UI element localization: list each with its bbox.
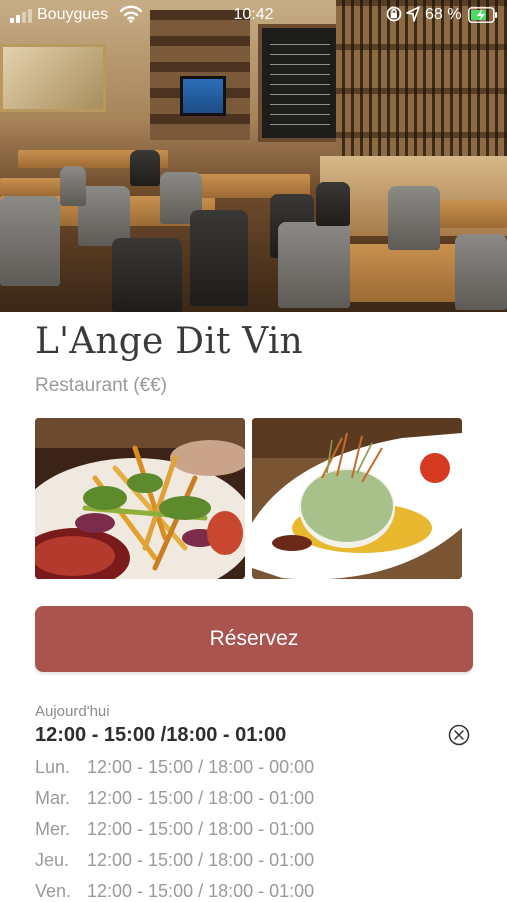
day-label: Mer. [35, 819, 71, 839]
circle-x-icon[interactable] [448, 724, 470, 746]
restaurant-name: L'Ange Dit Vin [35, 321, 303, 362]
day-label: Mar. [35, 788, 71, 808]
hero-photo [0, 0, 507, 312]
day-hours: 12:00 - 15:00 / 18:00 - 00:00 [87, 757, 315, 777]
day-hours: 12:00 - 15:00 / 18:00 - 01:00 [87, 850, 315, 870]
hours-row-monday: Lun. 12:00 - 15:00 / 18:00 - 00:00 [35, 757, 314, 778]
dish-photo-salad[interactable] [35, 418, 245, 579]
battery-charging-icon [468, 7, 498, 23]
day-label: Lun. [35, 757, 71, 777]
status-bar: Bouygues 10:42 68 % [0, 0, 507, 30]
day-hours: 12:00 - 15:00 / 18:00 - 01:00 [87, 788, 315, 808]
hours-row-wednesday: Mer. 12:00 - 15:00 / 18:00 - 01:00 [35, 819, 314, 840]
rotation-lock-icon [386, 6, 402, 22]
day-hours: 12:00 - 15:00 / 18:00 - 01:00 [87, 819, 315, 839]
hours-row-thursday: Jeu. 12:00 - 15:00 / 18:00 - 01:00 [35, 850, 314, 871]
location-arrow-icon [406, 6, 420, 22]
today-hours: 12:00 - 15:00 /18:00 - 01:00 [35, 724, 287, 746]
hours-row-friday: Ven. 12:00 - 15:00 / 18:00 - 01:00 [35, 881, 314, 902]
restaurant-category: Restaurant (€€) [35, 375, 168, 396]
battery-percent: 68 % [425, 6, 462, 23]
reserve-button[interactable]: Réservez [35, 606, 473, 672]
day-label: Ven. [35, 881, 72, 901]
dish-photo-burrata[interactable] [252, 418, 462, 579]
day-label: Jeu. [35, 850, 70, 870]
day-hours: 12:00 - 15:00 / 18:00 - 01:00 [87, 881, 315, 901]
hours-row-tuesday: Mar. 12:00 - 15:00 / 18:00 - 01:00 [35, 788, 314, 809]
today-label: Aujourd'hui [35, 703, 110, 720]
